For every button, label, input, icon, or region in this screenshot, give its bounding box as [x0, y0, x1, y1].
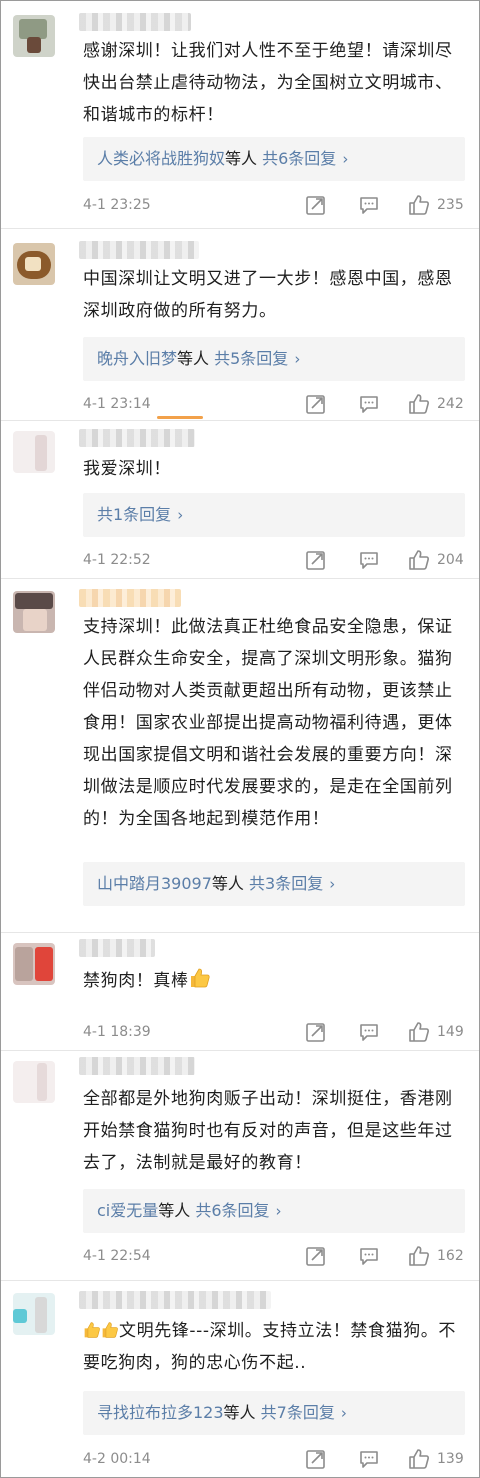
- comment-meta: 4-1 22:52 204: [83, 548, 465, 572]
- reply-suffix: 等人: [225, 149, 258, 168]
- share-icon[interactable]: [305, 393, 327, 415]
- comment-item: 全部都是外地狗肉贩子出动！深圳挺住，香港刚开始禁食猫狗时也有反对的声音，但是这些…: [1, 1051, 479, 1281]
- chevron-right-icon: ›: [340, 1404, 347, 1422]
- comment-meta: 4-1 23:14 242: [83, 392, 465, 416]
- reply-summary[interactable]: 山中踏月39097等人 共3条回复 ›: [83, 862, 465, 906]
- reply-suffix: 等人: [223, 1403, 256, 1422]
- reply-count[interactable]: 共3条回复: [249, 874, 323, 893]
- like-count: 242: [437, 396, 464, 412]
- reply-count[interactable]: 共6条回复: [262, 149, 336, 168]
- thumbs-up-icon[interactable]: [408, 1021, 430, 1043]
- username-blurred[interactable]: [79, 241, 199, 259]
- comment-meta: 4-2 00:14 139: [83, 1447, 465, 1471]
- comment-text: 我爱深圳！: [83, 459, 171, 479]
- comment-meta: 4-1 23:25 235: [83, 193, 465, 217]
- reply-summary[interactable]: ci爱无量等人 共6条回复 ›: [83, 1189, 465, 1233]
- reply-summary[interactable]: 晚舟入旧梦等人 共5条回复 ›: [83, 337, 465, 381]
- reply-suffix: 等人: [177, 349, 210, 368]
- share-icon[interactable]: [305, 194, 327, 216]
- thumbs-up-icon[interactable]: [408, 1448, 430, 1470]
- thumbs-up-emoji: [84, 1322, 100, 1338]
- reply-count[interactable]: 共1条回复: [97, 505, 171, 524]
- comment-text: 全部都是外地狗肉贩子出动！深圳挺住，香港刚开始禁食猫狗时也有反对的声音，但是这些…: [83, 1089, 453, 1173]
- avatar[interactable]: [13, 243, 55, 285]
- comment-meta: 4-1 22:54 162: [83, 1244, 465, 1268]
- like-count: 149: [437, 1024, 464, 1040]
- comment-text: 文明先锋---深圳。支持立法！禁食猫狗。不要吃狗肉，狗的忠心伤不起..: [83, 1315, 463, 1379]
- comment-meta: 4-1 18:39 149: [83, 1020, 465, 1044]
- comment-item: 文明先锋---深圳。支持立法！禁食猫狗。不要吃狗肉，狗的忠心伤不起.. 寻找拉布…: [1, 1281, 479, 1477]
- thumbs-up-icon[interactable]: [408, 393, 430, 415]
- username-blurred[interactable]: [79, 1291, 271, 1309]
- like-count: 139: [437, 1451, 464, 1467]
- comment-text-content: 文明先锋---深圳。支持立法！禁食猫狗。不要吃狗肉，狗的忠心伤不起..: [83, 1321, 457, 1373]
- reply-summary[interactable]: 人类必将战胜狗奴等人 共6条回复 ›: [83, 137, 465, 181]
- comment-time: 4-2 00:14: [83, 1451, 151, 1467]
- share-icon[interactable]: [305, 1448, 327, 1470]
- comment-text: 感谢深圳！让我们对人性不至于绝望！请深圳尽快出台禁止虐待动物法，为全国树立文明城…: [83, 41, 453, 125]
- chevron-right-icon: ›: [342, 150, 349, 168]
- avatar[interactable]: [13, 1061, 55, 1103]
- thumbs-up-icon[interactable]: [408, 549, 430, 571]
- comment-feed: 感谢深圳！让我们对人性不至于绝望！请深圳尽快出台禁止虐待动物法，为全国树立文明城…: [1, 1, 479, 1477]
- comment-icon[interactable]: [358, 1245, 380, 1267]
- comment-text: 支持深圳！此做法真正杜绝食品安全隐患，保证人民群众生命安全，提高了深圳文明形象。…: [83, 617, 453, 829]
- thumbs-up-icon[interactable]: [408, 1245, 430, 1267]
- comment-text-content: 禁狗肉！真棒: [83, 971, 189, 991]
- thumbs-up-emoji: [190, 968, 210, 988]
- comment-text: 禁狗肉！真棒: [83, 965, 463, 997]
- reply-users[interactable]: 山中踏月39097: [97, 874, 212, 893]
- chevron-right-icon: ›: [329, 875, 336, 893]
- scroll-indicator: [157, 416, 203, 419]
- chevron-right-icon: ›: [177, 506, 184, 524]
- username-blurred[interactable]: [79, 1057, 195, 1075]
- like-count: 162: [437, 1248, 464, 1264]
- comment-time: 4-1 22:52: [83, 552, 151, 568]
- avatar[interactable]: [13, 431, 55, 473]
- comment-icon[interactable]: [358, 1021, 380, 1043]
- comment-time: 4-1 23:25: [83, 197, 151, 213]
- username-blurred[interactable]: [79, 589, 181, 607]
- reply-count[interactable]: 共6条回复: [195, 1201, 269, 1220]
- thumbs-up-icon[interactable]: [408, 194, 430, 216]
- share-icon[interactable]: [305, 1245, 327, 1267]
- share-icon[interactable]: [305, 549, 327, 571]
- comment-icon[interactable]: [358, 393, 380, 415]
- like-count: 235: [437, 197, 464, 213]
- chevron-right-icon: ›: [275, 1202, 282, 1220]
- reply-suffix: 等人: [158, 1201, 191, 1220]
- comment-item: 感谢深圳！让我们对人性不至于绝望！请深圳尽快出台禁止虐待动物法，为全国树立文明城…: [1, 1, 479, 229]
- reply-users[interactable]: ci爱无量: [97, 1201, 158, 1220]
- thumbs-up-emoji: [102, 1322, 118, 1338]
- comment-icon[interactable]: [358, 549, 380, 571]
- avatar[interactable]: [13, 591, 55, 633]
- avatar[interactable]: [13, 15, 55, 57]
- avatar[interactable]: [13, 1293, 55, 1335]
- reply-users[interactable]: 寻找拉布拉多123: [97, 1403, 224, 1422]
- comment-icon[interactable]: [358, 1448, 380, 1470]
- share-icon[interactable]: [305, 1021, 327, 1043]
- comment-time: 4-1 22:54: [83, 1248, 151, 1264]
- reply-count[interactable]: 共5条回复: [214, 349, 288, 368]
- comment-item: 中国深圳让文明又进了一大步！感恩中国，感恩深圳政府做的所有努力。 晚舟入旧梦等人…: [1, 229, 479, 421]
- reply-count[interactable]: 共7条回复: [261, 1403, 335, 1422]
- comment-time: 4-1 18:39: [83, 1024, 151, 1040]
- comment-time: 4-1 23:14: [83, 396, 151, 412]
- username-blurred[interactable]: [79, 939, 155, 957]
- reply-summary[interactable]: 寻找拉布拉多123等人 共7条回复 ›: [83, 1391, 465, 1435]
- comment-item: 我爱深圳！ 共1条回复 › 4-1 22:52 204: [1, 421, 479, 579]
- avatar[interactable]: [13, 943, 55, 985]
- reply-suffix: 等人: [211, 874, 244, 893]
- like-count: 204: [437, 552, 464, 568]
- reply-summary[interactable]: 共1条回复 ›: [83, 493, 465, 537]
- reply-users[interactable]: 人类必将战胜狗奴: [97, 149, 225, 168]
- reply-users[interactable]: 晚舟入旧梦: [97, 349, 177, 368]
- username-blurred[interactable]: [79, 13, 191, 31]
- comment-item: 支持深圳！此做法真正杜绝食品安全隐患，保证人民群众生命安全，提高了深圳文明形象。…: [1, 579, 479, 933]
- comment-text: 中国深圳让文明又进了一大步！感恩中国，感恩深圳政府做的所有努力。: [83, 269, 453, 321]
- comment-icon[interactable]: [358, 194, 380, 216]
- username-blurred[interactable]: [79, 429, 195, 447]
- chevron-right-icon: ›: [294, 350, 301, 368]
- comment-item: 禁狗肉！真棒 4-1 18:39 149: [1, 933, 479, 1051]
